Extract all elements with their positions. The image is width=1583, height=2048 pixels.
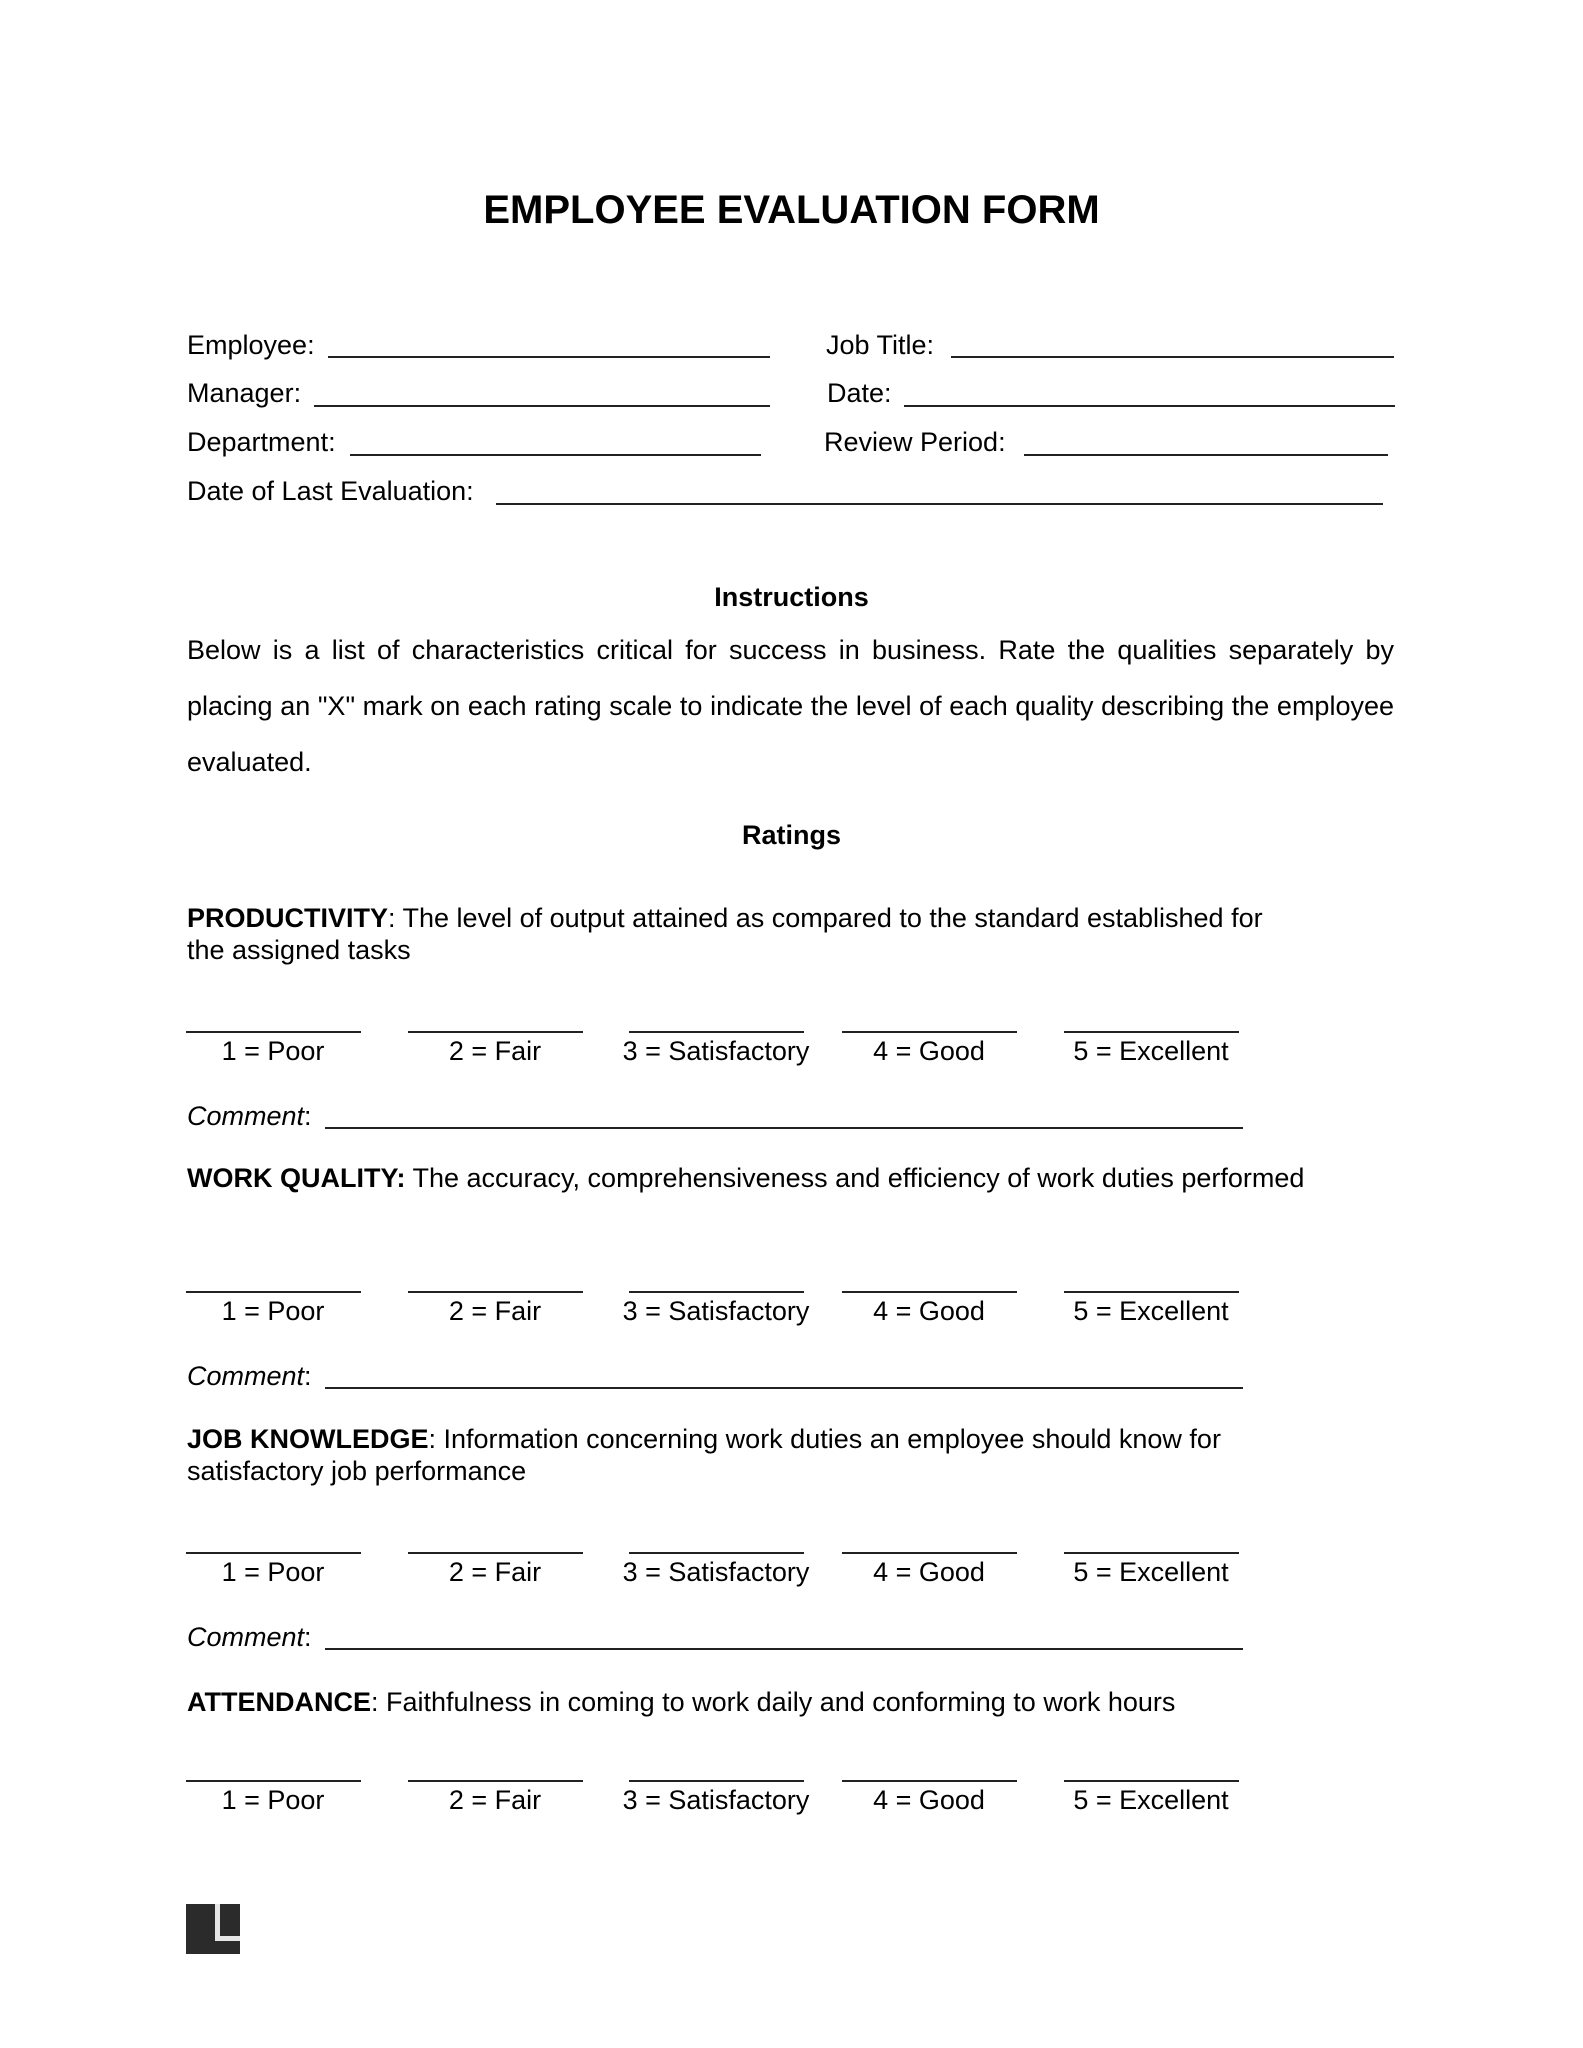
comment-label: Comment: [187,1100,312,1132]
rating-label-2: 2 = Fair [448,1557,542,1587]
rating-blank-4[interactable] [842,1552,1017,1554]
rating-label-1: 1 = Poor [221,1557,325,1587]
manager-label: Manager: [187,378,302,408]
criterion-description: ATTENDANCE: Faithfulness in coming to wo… [187,1686,1307,1718]
comment-colon: : [304,1622,312,1652]
comment-field[interactable] [325,1387,1243,1389]
rating-label-4: 4 = Good [873,1296,985,1326]
manager-field[interactable] [314,405,770,407]
rating-label-5: 5 = Excellent [1073,1296,1229,1326]
rating-blank-2[interactable] [408,1552,583,1554]
comment-field[interactable] [325,1127,1243,1129]
rating-label-1: 1 = Poor [221,1785,325,1815]
review-period-field[interactable] [1024,454,1388,456]
department-label: Department: [187,427,336,457]
rating-label-4: 4 = Good [873,1785,985,1815]
comment-field[interactable] [325,1648,1243,1650]
last-evaluation-field[interactable] [496,503,1383,505]
comment-colon: : [304,1361,312,1391]
criterion-name: ATTENDANCE [187,1687,371,1717]
rating-label-2: 2 = Fair [448,1785,542,1815]
rating-label-5: 5 = Excellent [1073,1785,1229,1815]
rating-label-2: 2 = Fair [448,1296,542,1326]
rating-blank-2[interactable] [408,1291,583,1293]
rating-label-3: 3 = Satisfactory [622,1557,810,1587]
rating-blank-4[interactable] [842,1031,1017,1033]
rating-label-4: 4 = Good [873,1036,985,1066]
employee-field[interactable] [328,356,770,358]
criterion-name: JOB KNOWLEDGE [187,1424,429,1454]
department-field[interactable] [350,454,761,456]
criterion-text: : Faithfulness in coming to work daily a… [371,1687,1176,1717]
comment-label-text: Comment [187,1622,305,1652]
job-title-label: Job Title: [826,330,935,360]
rating-blank-3[interactable] [629,1291,804,1293]
date-label: Date: [827,378,892,408]
last-evaluation-label: Date of Last Evaluation: [187,476,474,506]
rating-blank-1[interactable] [186,1780,361,1782]
job-title-field[interactable] [951,356,1394,358]
criterion-name: WORK QUALITY: [187,1163,406,1193]
criterion-name: PRODUCTIVITY [187,903,389,933]
rating-blank-5[interactable] [1064,1552,1239,1554]
rating-blank-3[interactable] [629,1780,804,1782]
rating-label-1: 1 = Poor [221,1296,325,1326]
rating-blank-3[interactable] [629,1031,804,1033]
rating-label-4: 4 = Good [873,1557,985,1587]
comment-label-text: Comment [187,1101,305,1131]
rating-label-3: 3 = Satisfactory [622,1296,810,1326]
comment-label-text: Comment [187,1361,305,1391]
rating-blank-2[interactable] [408,1780,583,1782]
criterion-description: WORK QUALITY: The accuracy, comprehensiv… [187,1162,1307,1194]
rating-label-1: 1 = Poor [221,1036,325,1066]
review-period-label: Review Period: [824,427,1006,457]
comment-label: Comment: [187,1360,312,1392]
rating-label-3: 3 = Satisfactory [622,1785,810,1815]
rating-blank-1[interactable] [186,1552,361,1554]
legal-templates-logo-icon [186,1904,240,1954]
rating-label-5: 5 = Excellent [1073,1557,1229,1587]
date-field[interactable] [904,405,1395,407]
logo-stroke-vertical [215,1904,220,1940]
rating-label-2: 2 = Fair [448,1036,542,1066]
comment-label: Comment: [187,1621,312,1653]
comment-colon: : [304,1101,312,1131]
ratings-heading: Ratings [741,820,841,850]
rating-blank-2[interactable] [408,1031,583,1033]
employee-label: Employee: [187,330,315,360]
rating-blank-5[interactable] [1064,1780,1239,1782]
rating-blank-1[interactable] [186,1291,361,1293]
document-title: EMPLOYEE EVALUATION FORM [483,188,1100,232]
rating-blank-4[interactable] [842,1291,1017,1293]
rating-blank-4[interactable] [842,1780,1017,1782]
criterion-description: PRODUCTIVITY: The level of output attain… [187,902,1307,966]
rating-label-5: 5 = Excellent [1073,1036,1229,1066]
rating-blank-3[interactable] [629,1552,804,1554]
instructions-heading: Instructions [714,582,869,612]
rating-blank-5[interactable] [1064,1291,1239,1293]
criterion-description: JOB KNOWLEDGE: Information concerning wo… [187,1423,1307,1487]
criterion-text: The accuracy, comprehensiveness and effi… [405,1163,1305,1193]
rating-label-3: 3 = Satisfactory [622,1036,810,1066]
rating-blank-1[interactable] [186,1031,361,1033]
rating-blank-5[interactable] [1064,1031,1239,1033]
logo-stroke-horizontal [215,1936,240,1941]
instructions-text: Below is a list of characteristics criti… [187,635,1394,777]
